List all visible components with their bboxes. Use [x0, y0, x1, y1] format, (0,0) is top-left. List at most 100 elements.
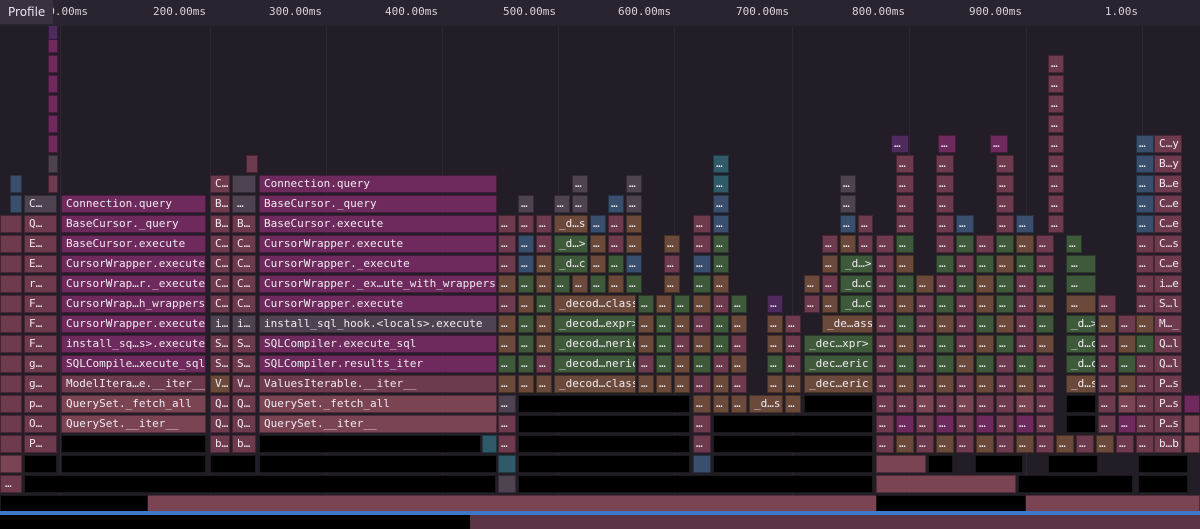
flame-frame[interactable] [48, 55, 58, 73]
flame-frame[interactable]: … [693, 435, 711, 453]
flame-frame[interactable]: _dec…eric [804, 375, 873, 393]
flame-frame[interactable] [210, 455, 256, 473]
flame-frame[interactable]: BaseCursor._query [259, 195, 497, 213]
flame-frame[interactable]: … [976, 435, 994, 453]
flame-frame[interactable]: _d…c [840, 275, 873, 293]
flame-frame[interactable]: … [536, 355, 552, 373]
flame-frame[interactable] [1018, 475, 1133, 493]
flame-frame[interactable]: … [498, 235, 516, 253]
flame-frame[interactable]: … [536, 215, 552, 233]
flame-frame[interactable]: … [608, 195, 624, 213]
flame-frame[interactable]: … [498, 375, 516, 393]
flame-frame[interactable]: … [713, 235, 729, 253]
flame-frame[interactable]: … [858, 235, 873, 253]
flame-frame[interactable]: b…b [1154, 435, 1182, 453]
flame-frame[interactable]: … [693, 255, 711, 273]
flame-frame[interactable]: S… [210, 335, 230, 353]
flame-frame[interactable] [482, 435, 497, 453]
flame-frame[interactable]: Q… [210, 395, 230, 413]
flame-frame[interactable]: C…y [1154, 135, 1182, 153]
flame-frame[interactable]: … [876, 435, 894, 453]
flame-frame[interactable]: … [1036, 375, 1054, 393]
flame-frame[interactable]: … [1098, 415, 1116, 433]
flame-frame[interactable]: C…e [1154, 215, 1182, 233]
flame-frame[interactable]: … [1136, 195, 1154, 213]
flame-frame[interactable]: … [518, 355, 534, 373]
flame-frame[interactable] [713, 415, 873, 433]
flame-frame[interactable]: … [996, 395, 1014, 413]
flame-frame[interactable]: … [1098, 315, 1116, 333]
flame-frame[interactable]: QuerySet.__iter__ [61, 415, 206, 433]
flame-frame[interactable]: … [1118, 335, 1136, 353]
flame-frame[interactable] [713, 435, 873, 453]
flame-frame[interactable]: … [996, 435, 1014, 453]
flame-frame[interactable]: … [896, 335, 914, 353]
flame-frame[interactable]: … [876, 395, 894, 413]
flame-frame[interactable]: ModelItera…e.__iter__ [61, 375, 206, 393]
flame-frame[interactable] [804, 395, 873, 413]
flame-frame[interactable]: E… [24, 235, 57, 253]
flame-frame[interactable]: Q… [210, 415, 230, 433]
flame-frame[interactable]: install_sql_hook.<locals>.execute [259, 315, 497, 333]
flame-frame[interactable] [518, 415, 690, 433]
flame-frame[interactable]: … [996, 375, 1014, 393]
flame-frame[interactable]: CursorWrapper.execute [61, 315, 206, 333]
flame-frame[interactable]: … [956, 335, 974, 353]
flame-frame[interactable] [518, 455, 690, 473]
flame-frame[interactable]: Connection.query [61, 195, 206, 213]
flame-frame[interactable]: _decod…expr> [554, 315, 636, 333]
flame-frame[interactable]: S… [210, 355, 230, 373]
flame-frame[interactable] [518, 395, 690, 413]
flame-frame[interactable]: … [938, 135, 956, 153]
flame-frame[interactable]: E… [24, 255, 57, 273]
flame-frame[interactable] [518, 475, 873, 493]
flame-frame[interactable]: … [876, 255, 894, 273]
flame-frame[interactable]: _d…> [554, 235, 588, 253]
flame-frame[interactable]: V… [232, 375, 256, 393]
flame-frame[interactable]: … [536, 275, 552, 293]
flame-frame[interactable]: … [713, 395, 729, 413]
flame-frame[interactable] [24, 475, 496, 493]
flame-frame[interactable]: C… [232, 255, 256, 273]
flame-frame[interactable]: _d…s [749, 395, 783, 413]
flame-frame[interactable]: C… [232, 275, 256, 293]
flame-frame[interactable]: … [1048, 155, 1064, 173]
flame-frame[interactable]: … [891, 135, 909, 153]
flame-frame[interactable]: … [1136, 375, 1154, 393]
flame-frame[interactable]: … [1036, 395, 1054, 413]
flame-frame[interactable]: … [638, 335, 654, 353]
flame-frame[interactable]: BaseCursor.execute [61, 235, 206, 253]
flame-frame[interactable]: … [956, 215, 974, 233]
flame-frame[interactable]: … [536, 315, 552, 333]
flame-frame[interactable] [48, 175, 58, 193]
flame-frame[interactable]: … [498, 335, 516, 353]
flame-frame[interactable]: … [996, 255, 1014, 273]
flame-frame[interactable]: … [554, 195, 570, 213]
flame-frame[interactable]: … [1016, 335, 1034, 353]
flame-frame[interactable]: … [1048, 175, 1064, 193]
flame-frame[interactable]: … [996, 275, 1014, 293]
flame-frame[interactable]: … [767, 315, 783, 333]
flame-frame[interactable]: O… [24, 415, 57, 433]
flame-frame[interactable]: … [1036, 235, 1054, 253]
flame-frame[interactable]: … [976, 335, 994, 353]
flame-frame[interactable]: … [1136, 155, 1154, 173]
flame-frame[interactable]: … [713, 295, 729, 313]
flame-frame[interactable]: … [936, 315, 954, 333]
flame-frame[interactable]: _d…c [1066, 355, 1096, 373]
flame-frame[interactable]: … [996, 355, 1014, 373]
flame-frame[interactable]: _decod…neric [554, 335, 636, 353]
flame-frame[interactable]: … [767, 375, 783, 393]
flame-frame[interactable]: … [693, 315, 711, 333]
flame-frame[interactable]: … [518, 315, 534, 333]
flame-frame[interactable]: … [840, 195, 856, 213]
flame-frame[interactable]: … [916, 315, 934, 333]
time-ruler[interactable]: 00.00ms 200.00ms 300.00ms 400.00ms 500.0… [0, 0, 1200, 26]
flame-frame[interactable]: … [1056, 435, 1074, 453]
flame-frame[interactable]: B…e [1154, 175, 1182, 193]
flame-frame[interactable] [48, 75, 58, 93]
flame-frame[interactable]: F… [24, 335, 57, 353]
flame-frame[interactable]: … [916, 395, 934, 413]
flame-frame[interactable]: … [936, 275, 954, 293]
flame-frame[interactable]: … [956, 235, 974, 253]
